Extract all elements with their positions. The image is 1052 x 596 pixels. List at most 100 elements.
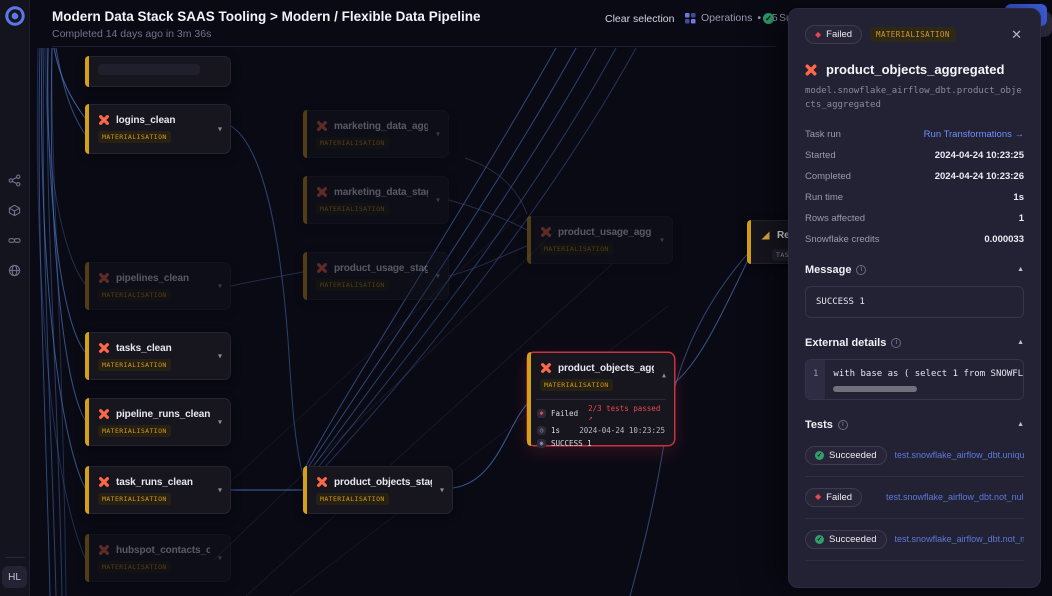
test-link[interactable]: test.snowflake_airflow_dbt.not_null_pr — [886, 492, 1024, 502]
node-top_partial[interactable] — [85, 56, 231, 87]
tests-heading: Tests — [805, 419, 833, 431]
dbt-icon — [98, 342, 110, 354]
test-link[interactable]: test.snowflake_airflow_dbt.unique_pro — [895, 450, 1024, 460]
materialisation-badge: MATERIALISATION — [540, 243, 613, 255]
connections-link-icon[interactable] — [8, 234, 21, 247]
collapse-icon[interactable]: ▲ — [1017, 421, 1024, 428]
node-accent-stripe — [85, 466, 89, 514]
test-status-label: Failed — [826, 492, 852, 503]
info-icon[interactable]: i — [856, 265, 866, 275]
node-pipeline_runs_clean[interactable]: pipeline_runs_clean ▾ MATERIALISATION — [85, 398, 231, 446]
node-accent-stripe — [303, 110, 307, 158]
detail-row: Task run Run Transformations → — [805, 129, 1024, 140]
node-accent-stripe — [527, 216, 531, 264]
user-avatar[interactable]: HL — [2, 566, 27, 588]
failed-diamond-icon: ◆ — [815, 31, 821, 39]
node-product_usage_aggregated[interactable]: product_usage_aggregated ▾ MATERIALISATI… — [527, 216, 673, 264]
node-accent-stripe — [303, 176, 307, 224]
dbt-icon — [540, 362, 552, 374]
chevron-down-icon[interactable]: ▾ — [218, 418, 222, 427]
chevron-down-icon[interactable]: ▾ — [218, 352, 222, 361]
chevron-down-icon[interactable]: ▾ — [436, 130, 440, 139]
node-message: SUCCESS 1 — [551, 439, 592, 448]
message-dot-icon: ◉ — [537, 439, 546, 448]
detail-label: Started — [805, 150, 836, 161]
chevron-down-icon[interactable]: ▾ — [436, 272, 440, 281]
message-content: SUCCESS 1 — [805, 286, 1024, 318]
node-label: product_usage_staging — [334, 263, 428, 274]
node-marketing_data_aggregated[interactable]: marketing_data_aggregated ▾ MATERIALISAT… — [303, 110, 449, 158]
chevron-down-icon[interactable]: ▾ — [218, 554, 222, 563]
node-accent-stripe — [747, 220, 751, 264]
test-status-label: Succeeded — [829, 534, 877, 545]
node-marketing_data_staging[interactable]: marketing_data_staging ▾ MATERIALISATION — [303, 176, 449, 224]
node-title: product_objects_aggregated — [826, 62, 1004, 77]
tests-section: Tests i ▲ ✓ Succeeded test.snowflake_air… — [805, 419, 1024, 561]
node-hubspot_contacts_clean[interactable]: hubspot_contacts_clean ▾ MATERIALISATION — [85, 534, 231, 582]
node-product_objects_aggregated[interactable]: product_objects_aggregated ▴ MATERIALISA… — [527, 352, 675, 446]
page-title: Modern Data Stack SAAS Tooling > Modern … — [52, 9, 480, 24]
close-icon[interactable]: ✕ — [1011, 27, 1024, 43]
status-badge: ◆ Failed — [805, 25, 862, 44]
clipped-node-content — [98, 64, 200, 75]
run-details: Task run Run Transformations → Started 20… — [805, 129, 1024, 245]
info-icon[interactable]: i — [838, 420, 848, 430]
materialisation-badge: MATERIALISATION — [98, 561, 171, 573]
node-tasks_clean[interactable]: tasks_clean ▾ MATERIALISATION — [85, 332, 231, 380]
materialisation-badge: MATERIALISATION — [98, 131, 171, 143]
node-accent-stripe — [85, 534, 89, 582]
materialisation-badge: MATERIALISATION — [98, 425, 171, 437]
node-label: logins_clean — [116, 115, 175, 126]
detail-value: 0.000033 — [984, 234, 1024, 245]
succeeded-check-icon: ✓ — [815, 535, 824, 544]
node-label: product_objects_staging — [334, 477, 432, 488]
pipeline-graph-icon[interactable] — [8, 174, 21, 187]
tests-passed-link[interactable]: 2/3 tests passed ↗ — [588, 404, 665, 422]
node-pipelines_clean[interactable]: pipelines_clean ▾ MATERIALISATION — [85, 262, 231, 310]
dbt-icon — [316, 120, 328, 132]
node-accent-stripe — [527, 352, 531, 446]
message-section: Message i ▲ SUCCESS 1 — [805, 264, 1024, 318]
detail-row: Run time 1s — [805, 192, 1024, 203]
collapse-icon[interactable]: ▲ — [1017, 266, 1024, 273]
horizontal-scrollbar[interactable] — [833, 386, 917, 392]
test-link[interactable]: test.snowflake_airflow_dbt.not_null_pr — [895, 534, 1024, 544]
node-logins_clean[interactable]: logins_clean ▾ MATERIALISATION — [85, 104, 231, 154]
node-accent-stripe — [303, 466, 307, 514]
data-globe-icon[interactable] — [8, 264, 21, 277]
chevron-down-icon[interactable]: ▾ — [436, 196, 440, 205]
info-icon[interactable]: i — [891, 338, 901, 348]
node-product_objects_staging[interactable]: product_objects_staging ▾ MATERIALISATIO… — [303, 466, 453, 514]
succeeded-check-icon: ✓ — [763, 13, 774, 24]
node-product_usage_staging[interactable]: product_usage_staging ▾ MATERIALISATION — [303, 252, 449, 300]
test-status-label: Succeeded — [829, 450, 877, 461]
chevron-up-icon[interactable]: ▴ — [662, 371, 666, 380]
app-logo-icon[interactable] — [5, 6, 25, 26]
package-cube-icon[interactable] — [8, 204, 21, 217]
sql-code: with base as ( select 1 from SNOWFLAKE — [825, 360, 1023, 381]
materialisation-badge: MATERIALISATION — [870, 27, 956, 42]
node-label: hubspot_contacts_clean — [116, 545, 210, 556]
header-divider — [52, 46, 776, 47]
sidebar-divider — [5, 557, 25, 558]
line-number: 1 — [806, 360, 825, 399]
node-label: marketing_data_staging — [334, 187, 428, 198]
test-status-badge: ✓ Succeeded — [805, 446, 887, 465]
dbt-icon — [316, 262, 328, 274]
chevron-down-icon[interactable]: ▾ — [440, 486, 444, 495]
detail-row: Snowflake credits 0.000033 — [805, 234, 1024, 245]
details-panel: ◆ Failed MATERIALISATION ✕ product_objec… — [788, 8, 1041, 588]
chevron-down-icon[interactable]: ▾ — [660, 236, 664, 245]
chevron-down-icon[interactable]: ▾ — [218, 486, 222, 495]
dbt-icon — [98, 114, 110, 126]
detail-value: 1 — [1019, 213, 1024, 224]
chevron-down-icon[interactable]: ▾ — [218, 125, 222, 134]
clear-selection-button[interactable]: Clear selection — [605, 13, 674, 25]
collapse-icon[interactable]: ▲ — [1017, 339, 1024, 346]
external-details-heading: External details — [805, 337, 886, 349]
chevron-down-icon[interactable]: ▾ — [218, 282, 222, 291]
detail-value[interactable]: Run Transformations → — [924, 129, 1024, 140]
detail-value: 2024-04-24 10:23:25 — [935, 150, 1024, 161]
node-label: product_usage_aggregated — [558, 227, 652, 238]
node-task_runs_clean[interactable]: task_runs_clean ▾ MATERIALISATION — [85, 466, 231, 514]
